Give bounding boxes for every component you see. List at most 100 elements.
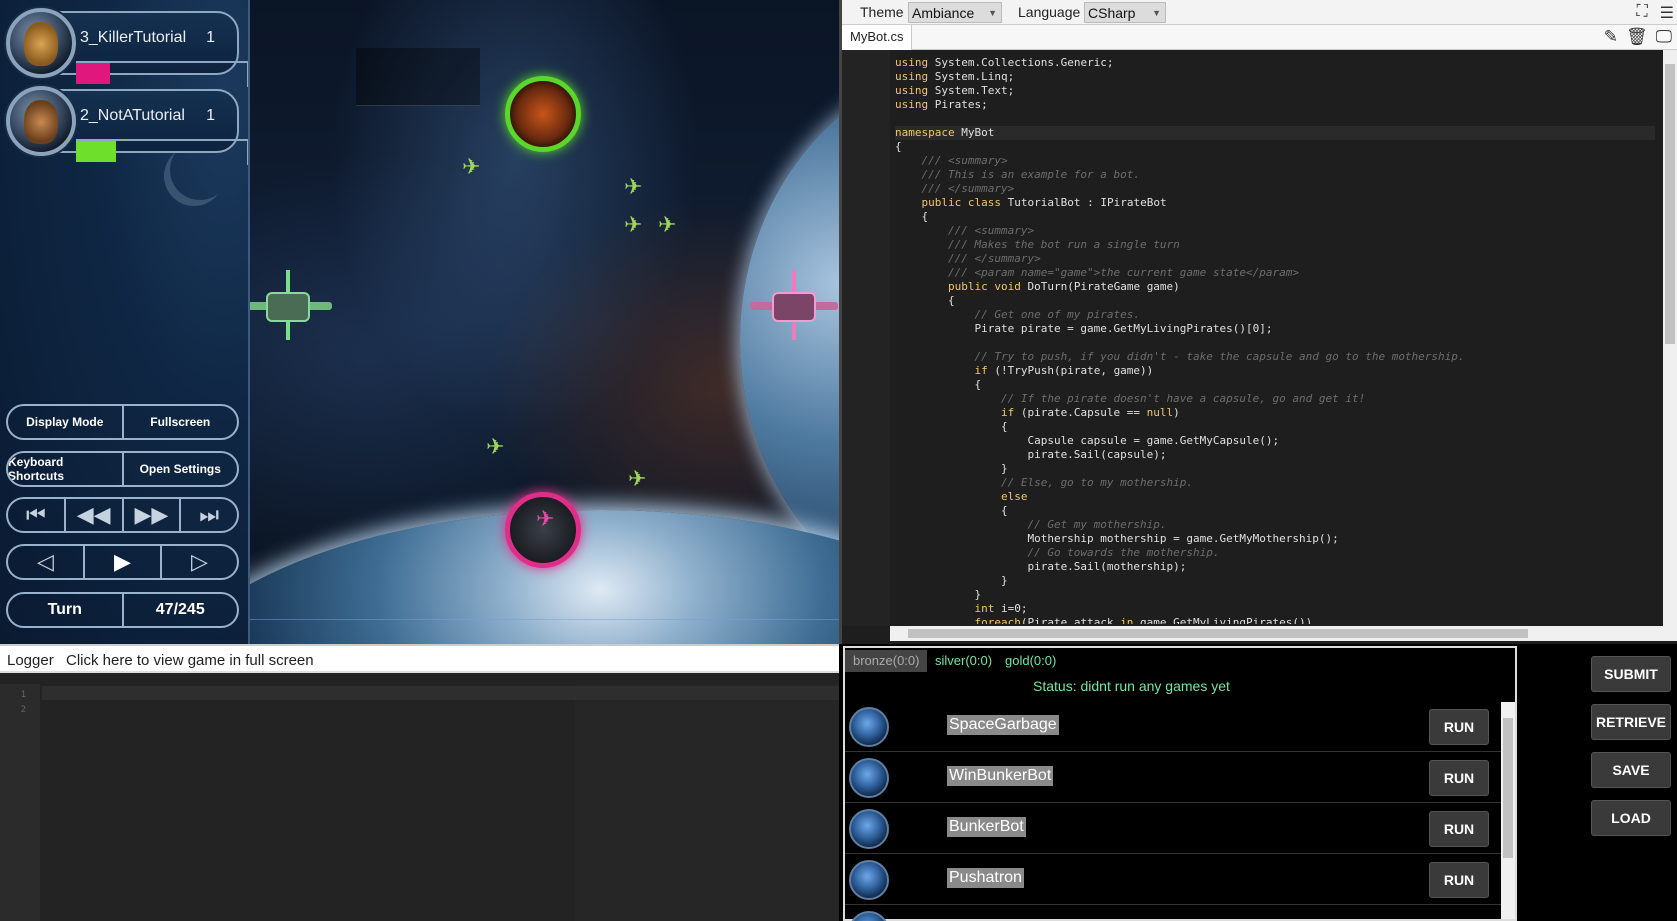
player-health-fill (76, 141, 116, 162)
load-button[interactable]: LOAD (1591, 800, 1671, 836)
dragon-icon (849, 911, 889, 921)
chevron-down-icon: ▼ (988, 8, 997, 18)
viewport-border (250, 619, 839, 620)
tab-bronze[interactable]: bronze(0:0) (845, 650, 928, 672)
turn-navigation-row: ⏮ ◀◀ ▶▶ ⏭ (6, 497, 239, 533)
save-button[interactable]: SAVE (1591, 752, 1671, 788)
submit-button[interactable]: SUBMIT (1591, 656, 1671, 692)
triangle-right-icon: ▷ (191, 549, 208, 574)
bot-row: SpaceGarbage RUN (845, 702, 1501, 752)
code-line: Capsule capsule = game.GetMyCapsule(); (895, 434, 1280, 447)
code-line: /// <param name="game">the current game … (895, 266, 1299, 279)
code-line: using System.Linq; (895, 70, 1015, 83)
pencil-icon[interactable]: ✎ (1604, 27, 1618, 47)
fast-forward-icon: ▶▶ (134, 502, 169, 527)
code-line: { (895, 140, 902, 153)
code-line: { (895, 378, 982, 391)
code-line: namespace MyBot (895, 126, 1655, 140)
language-value: CSharp (1088, 5, 1136, 21)
display-mode-button[interactable]: Display Mode (8, 406, 124, 438)
trash-icon[interactable]: 🗑 (1626, 27, 1648, 47)
line-number: 1 (20, 690, 26, 700)
pink-pirate-ship-icon: ✈ (536, 506, 555, 531)
logger-gutter: 1 2 (0, 684, 40, 921)
run-button[interactable]: RUN (1429, 862, 1489, 898)
code-line: /// <summary> (895, 224, 1035, 237)
editor-toolbar: Theme Ambiance ▼ Language CSharp ▼ ⛶ ☰ (842, 0, 1677, 25)
file-tab-bar: MyBot.cs ✎ 🗑 🖵 (842, 25, 1677, 50)
code-line: pirate.Sail(mothership); (895, 560, 1187, 573)
fullscreen-button[interactable]: Fullscreen (124, 406, 238, 438)
player-score: 1 (206, 29, 215, 46)
code-line: } (895, 574, 1008, 587)
player-health-bar (76, 139, 248, 165)
turn-label: Turn (8, 594, 124, 626)
play-button[interactable]: ▶ (85, 546, 162, 578)
language-select[interactable]: CSharp ▼ (1084, 2, 1166, 23)
bot-row: WinBunkerBot RUN (845, 753, 1501, 803)
first-turn-button[interactable]: ⏮ (8, 499, 66, 531)
status-text: Status: didnt run any games yet (1033, 678, 1230, 694)
editor-tools: ✎ 🗑 🖵 (1604, 27, 1672, 47)
code-line: using System.Collections.Generic; (895, 56, 1114, 69)
code-line: Pirate pirate = game.GetMyLivingPirates(… (895, 322, 1273, 335)
code-area[interactable]: using System.Collections.Generic; using S… (895, 56, 1655, 624)
code-line: // Try to push, if you didn't - take the… (895, 350, 1465, 363)
menu-icon[interactable]: ☰ (1660, 3, 1674, 23)
step-forward-button[interactable]: ▷ (162, 546, 237, 578)
step-back-button[interactable]: ◁ (8, 546, 85, 578)
monitor-icon[interactable]: 🖵 (1656, 27, 1672, 47)
logger-bar: Logger Click here to view game in full s… (0, 644, 839, 673)
green-pirate-ship-icon: ✈ (486, 434, 505, 459)
run-button[interactable]: RUN (1429, 811, 1489, 847)
window-icons: ⛶ ☰ (1636, 3, 1674, 23)
pink-mothership-icon (750, 270, 838, 340)
last-turn-button[interactable]: ⏭ (181, 499, 237, 531)
rewind-icon: ◀◀ (76, 502, 111, 527)
horizontal-scrollbar[interactable] (890, 626, 1677, 641)
keyboard-shortcuts-button[interactable]: Keyboard Shortcuts (8, 453, 124, 485)
tab-gold[interactable]: gold(0:0) (997, 650, 1064, 672)
fast-forward-button[interactable]: ▶▶ (124, 499, 182, 531)
line-number: 2 (20, 705, 26, 715)
bot-name: Pushatron (947, 868, 1024, 888)
run-button[interactable]: RUN (1429, 760, 1489, 796)
player-health-fill (76, 63, 110, 84)
vertical-scrollbar[interactable] (1663, 50, 1677, 626)
file-tab[interactable]: MyBot.cs (842, 25, 913, 50)
code-line: // Else, go to my mothership. (895, 476, 1194, 489)
green-mothership-icon (250, 270, 332, 340)
code-line: int i=0; (974, 602, 1028, 615)
code-line: Mothership mothership = game.GetMyMother… (895, 532, 1339, 545)
code-line: } (895, 462, 1008, 475)
green-pirate-ship-icon: ✈ (628, 466, 647, 491)
tab-silver[interactable]: silver(0:0) (927, 650, 1000, 672)
logger-active-line[interactable] (42, 686, 839, 700)
dragon-icon (849, 707, 889, 747)
bots-scrollbar[interactable] (1501, 702, 1515, 919)
run-button[interactable]: RUN (1429, 709, 1489, 745)
fullscreen-link[interactable]: Click here to view game in full screen (66, 652, 314, 669)
theme-label: Theme (860, 4, 904, 20)
rewind-button[interactable]: ◀◀ (66, 499, 124, 531)
game-viewport[interactable]: ✈ ✈ ✈ ✈ ✈ ✈ ✈ (248, 0, 839, 644)
theme-select[interactable]: Ambiance ▼ (908, 2, 1002, 23)
game-control-panel: 3_KillerTutorial 1 2_NotATutorial 1 Disp… (0, 0, 248, 644)
green-pirate-ship-icon: ✈ (462, 154, 481, 179)
skip-back-icon: ⏮ (25, 502, 46, 527)
retrieve-button[interactable]: RETRIEVE (1591, 704, 1671, 740)
bot-name: WinBunkerBot (947, 766, 1054, 786)
code-line: using System.Text; (895, 84, 1015, 97)
player-avatar (6, 8, 76, 78)
expand-icon[interactable]: ⛶ (1636, 3, 1647, 23)
bot-row-partial (845, 906, 1501, 921)
player-card-2: 2_NotATutorial 1 (6, 86, 248, 165)
code-line: /// </summary> (895, 182, 1015, 195)
code-line: // Get my mothership. (895, 518, 1167, 531)
player-score: 1 (206, 107, 215, 124)
play-icon: ▶ (114, 549, 131, 574)
open-settings-button[interactable]: Open Settings (124, 453, 238, 485)
code-line: /// This is an example for a bot. (895, 168, 1141, 181)
theme-value: Ambiance (912, 5, 975, 21)
code-line: public class TutorialBot : IPirateBot (921, 196, 1167, 209)
